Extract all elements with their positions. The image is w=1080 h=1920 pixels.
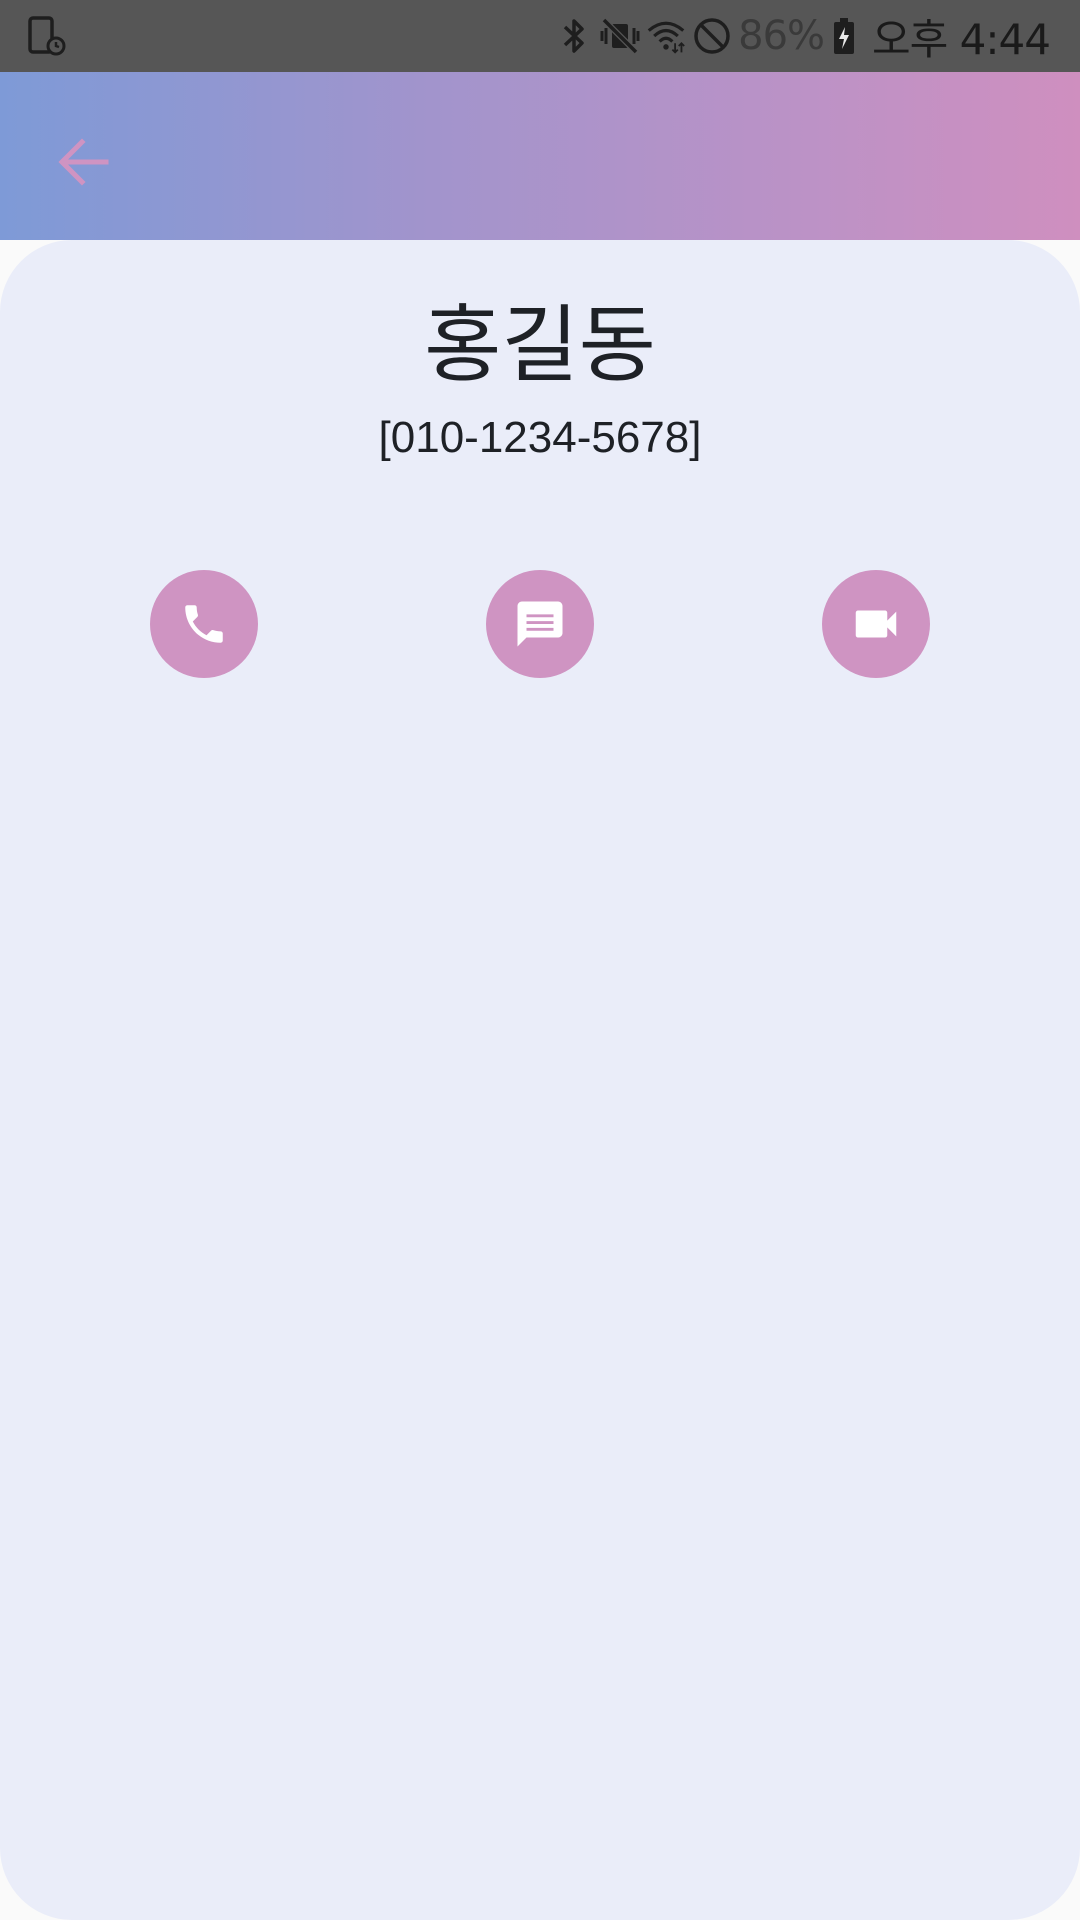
status-bar: 86% 오후 4:44: [0, 0, 1080, 72]
contact-phone: [010-1234-5678]: [378, 413, 702, 462]
do-not-disturb-icon: [692, 14, 732, 58]
videocam-icon: [855, 610, 897, 638]
phone-icon: [185, 605, 223, 643]
battery-percent: 86%: [738, 13, 825, 59]
vibrate-mute-icon: [600, 14, 640, 58]
call-button[interactable]: [150, 570, 258, 678]
contact-name: 홍길동: [424, 296, 656, 394]
bluetooth-icon: [554, 14, 594, 58]
contact-card: [0, 240, 1080, 1920]
message-icon: [517, 601, 563, 647]
wifi-icon: [646, 14, 686, 58]
message-button[interactable]: [486, 570, 594, 678]
arrow-left-icon: [58, 138, 109, 186]
status-icons: 86% 오후 4:44: [554, 10, 1051, 64]
back-button[interactable]: [40, 118, 128, 206]
clock: 오후 4:44: [872, 14, 1051, 64]
app-bar: [0, 72, 1080, 240]
screen-timer-icon: [28, 16, 66, 56]
video-call-button[interactable]: [822, 570, 930, 678]
battery-charging-icon: [830, 14, 858, 58]
